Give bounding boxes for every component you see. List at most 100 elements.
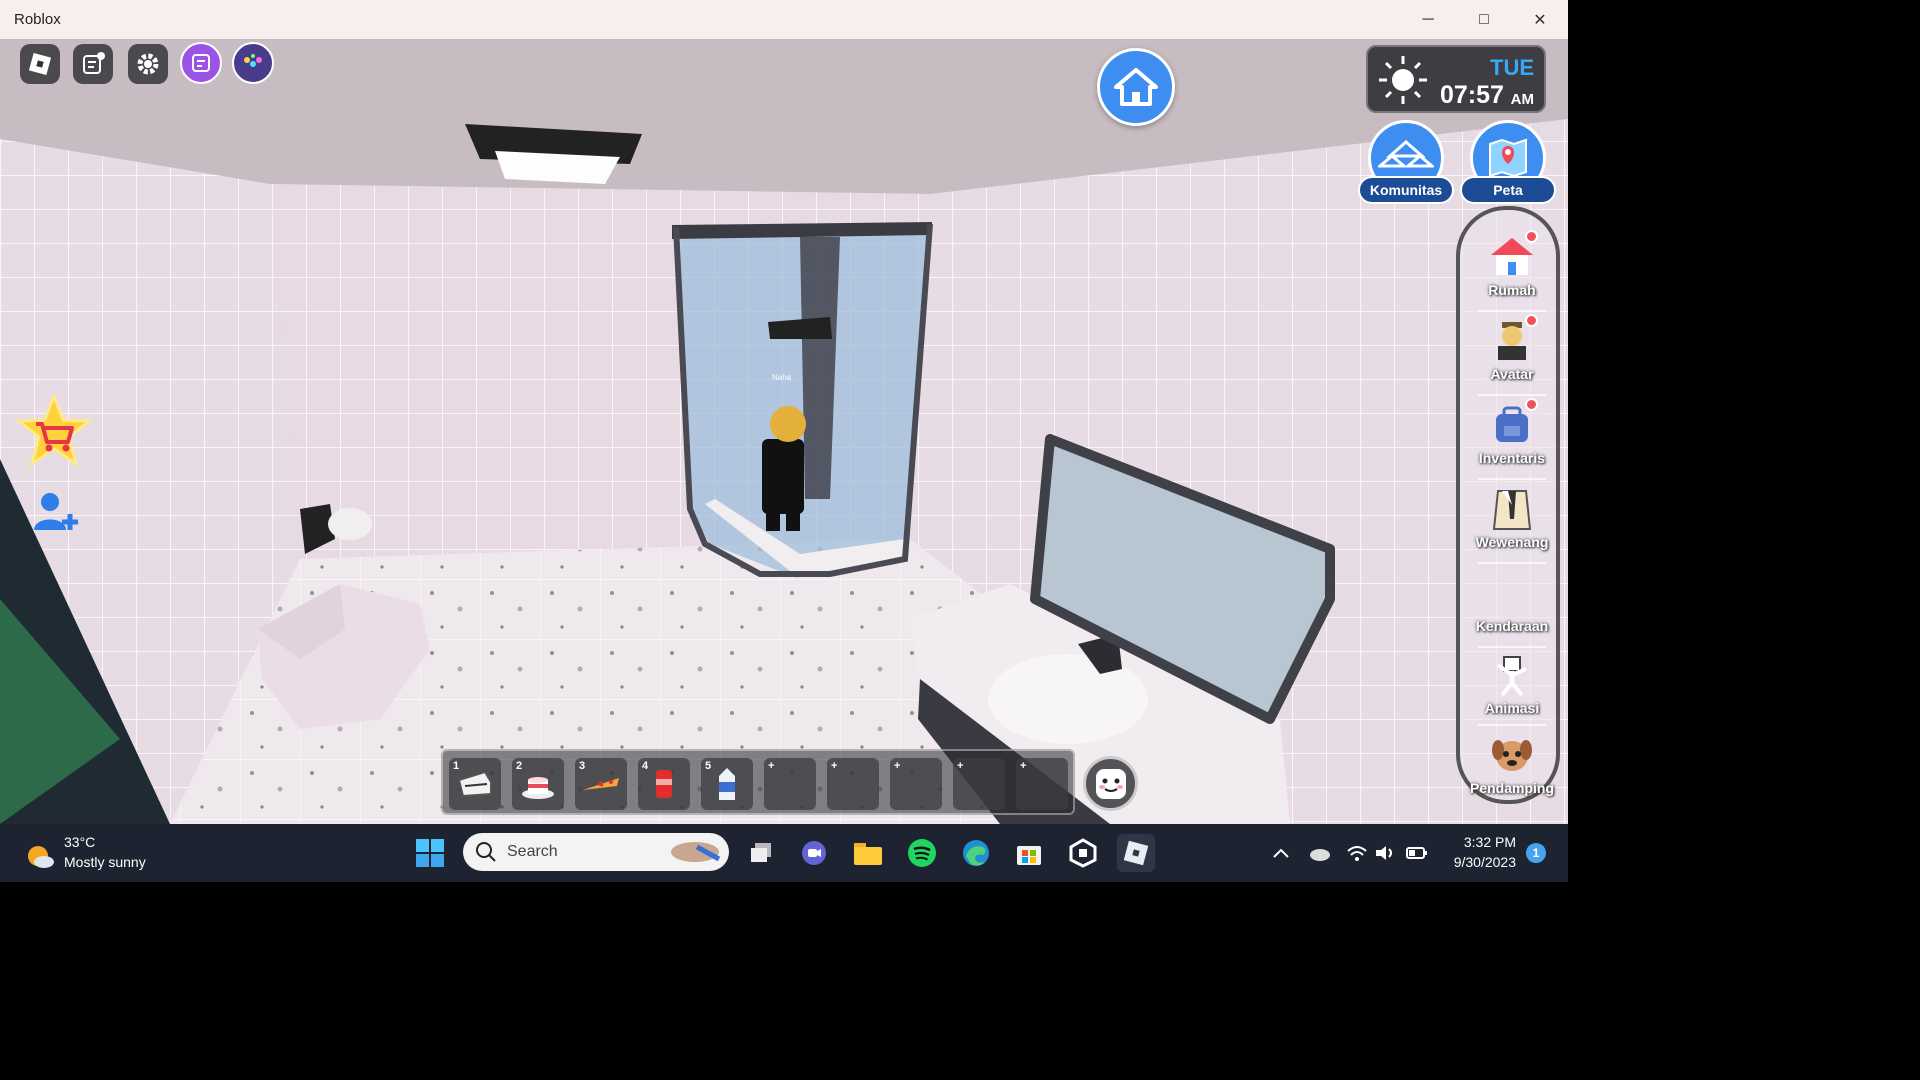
hotbar-slot-5[interactable]: 5	[701, 758, 753, 810]
pet-icon	[1488, 730, 1536, 778]
side-item-pendamping[interactable]: Pendamping	[1460, 730, 1564, 810]
settings-button[interactable]	[128, 44, 168, 84]
side-menu: Rumah Avatar Inventaris Wewenang Kendara…	[1456, 206, 1560, 804]
cloud-icon	[1310, 849, 1330, 861]
hotbar-slot-1[interactable]: 1	[449, 758, 501, 810]
house-icon	[1114, 68, 1158, 106]
hotbar-slot-8[interactable]: +	[890, 758, 942, 810]
side-item-label: Wewenang	[1475, 534, 1549, 550]
search-placeholder: Search	[507, 843, 558, 860]
spotify-icon	[908, 839, 936, 867]
hotbar-slot-9[interactable]: +	[953, 758, 1005, 810]
close-button[interactable]: ✕	[1512, 0, 1568, 39]
shopping-cart-icon	[14, 391, 94, 468]
chevron-up-icon	[1273, 848, 1289, 858]
chat-toggle-button[interactable]	[73, 44, 113, 84]
emote-button[interactable]	[1083, 756, 1138, 811]
show-hidden-icons-button[interactable]	[1262, 834, 1300, 872]
roblox-icon	[1123, 840, 1149, 866]
suit-icon	[1488, 484, 1536, 532]
edge-icon	[963, 840, 989, 866]
menu-divider	[1478, 310, 1546, 312]
side-item-kendaraan[interactable]: Kendaraan	[1460, 568, 1564, 648]
sunny-weather-icon	[28, 846, 54, 868]
chat-icon	[83, 52, 105, 74]
gear-icon	[137, 53, 159, 75]
file-explorer-button[interactable]	[849, 834, 887, 872]
sun-icon	[1376, 53, 1430, 112]
peta-label: Peta	[1460, 176, 1556, 204]
side-item-wewenang[interactable]: Wewenang	[1460, 484, 1564, 564]
party-button[interactable]	[232, 42, 274, 84]
menu-divider	[1478, 478, 1546, 480]
side-item-inventaris[interactable]: Inventaris	[1460, 398, 1564, 480]
system-clock[interactable]: 3:32 PM 9/30/2023	[1454, 832, 1516, 872]
hotbar-slot-10[interactable]: +	[1016, 758, 1068, 810]
add-friend-button[interactable]	[32, 490, 80, 534]
window-title: Roblox	[14, 11, 61, 28]
taskbar-search[interactable]: Search	[463, 833, 729, 871]
microsoft-store-button[interactable]	[1010, 834, 1048, 872]
bathroom-scene	[0, 39, 1568, 824]
roblox-studio-icon	[1069, 838, 1097, 868]
milk-carton-icon	[701, 758, 753, 810]
notification-dot	[1525, 398, 1538, 411]
face-icon	[1095, 768, 1126, 799]
search-icon	[476, 842, 496, 862]
notification-dot	[1525, 314, 1538, 327]
menu-divider	[1478, 394, 1546, 396]
notes-button[interactable]	[180, 42, 222, 84]
search-highlight-icon	[671, 842, 721, 862]
side-item-avatar[interactable]: Avatar	[1460, 314, 1564, 396]
battery-icon	[1406, 847, 1427, 859]
window-controls: ─ □ ✕	[1400, 0, 1568, 39]
roblox-taskbar-button[interactable]	[1117, 834, 1155, 872]
task-view-button[interactable]	[742, 834, 780, 872]
komunitas-button[interactable]: Komunitas	[1358, 120, 1454, 204]
side-item-rumah[interactable]: Rumah	[1460, 230, 1564, 312]
hotbar-slot-7[interactable]: +	[827, 758, 879, 810]
notepad-icon	[192, 54, 210, 72]
hotbar-slot-3[interactable]: 3	[575, 758, 627, 810]
edge-browser-button[interactable]	[957, 834, 995, 872]
hotbar-slot-6[interactable]: +	[764, 758, 816, 810]
dance-icon	[1488, 650, 1536, 698]
teams-chat-button[interactable]	[795, 834, 833, 872]
pizza-icon	[575, 758, 627, 810]
peta-button[interactable]: Peta	[1460, 120, 1556, 204]
notification-badge[interactable]: 1	[1526, 843, 1546, 863]
shop-button[interactable]	[14, 391, 94, 470]
start-button[interactable]	[411, 834, 449, 872]
side-item-label: Animasi	[1484, 700, 1540, 716]
game-clock: TUE 07:57 AM	[1366, 45, 1546, 113]
video-chat-icon	[802, 841, 826, 865]
plus-icon: +	[957, 760, 964, 772]
weather-widget[interactable]: 33°C Mostly sunny	[24, 832, 146, 872]
menu-divider	[1478, 724, 1546, 726]
task-view-icon	[751, 843, 771, 862]
clock-day: TUE	[1490, 55, 1534, 80]
weather-temp: 33°C	[64, 834, 96, 850]
home-button[interactable]	[1097, 48, 1175, 126]
side-item-animasi[interactable]: Animasi	[1460, 650, 1564, 730]
side-item-label: Avatar	[1490, 366, 1534, 382]
hotbar-slot-4[interactable]: 4	[638, 758, 690, 810]
battery-button[interactable]	[1398, 834, 1436, 872]
player-nametag: Naha	[772, 373, 792, 382]
clock-time: 07:57	[1440, 81, 1504, 109]
spotify-button[interactable]	[903, 834, 941, 872]
vehicle-icon	[1488, 568, 1536, 616]
system-date: 9/30/2023	[1453, 854, 1516, 870]
minimize-button[interactable]: ─	[1400, 0, 1456, 39]
notification-dot	[1525, 230, 1538, 243]
hotbar-slot-2[interactable]: 2	[512, 758, 564, 810]
roblox-menu-button[interactable]	[20, 44, 60, 84]
roblox-studio-button[interactable]	[1064, 834, 1102, 872]
onedrive-button[interactable]	[1300, 834, 1338, 872]
plus-icon: +	[1020, 760, 1027, 772]
game-viewport[interactable]: Naha	[0, 39, 1568, 824]
backpack-icon	[1488, 398, 1538, 448]
add-friend-icon	[34, 493, 78, 530]
restore-button[interactable]: □	[1456, 0, 1512, 39]
menu-divider	[1478, 562, 1546, 564]
